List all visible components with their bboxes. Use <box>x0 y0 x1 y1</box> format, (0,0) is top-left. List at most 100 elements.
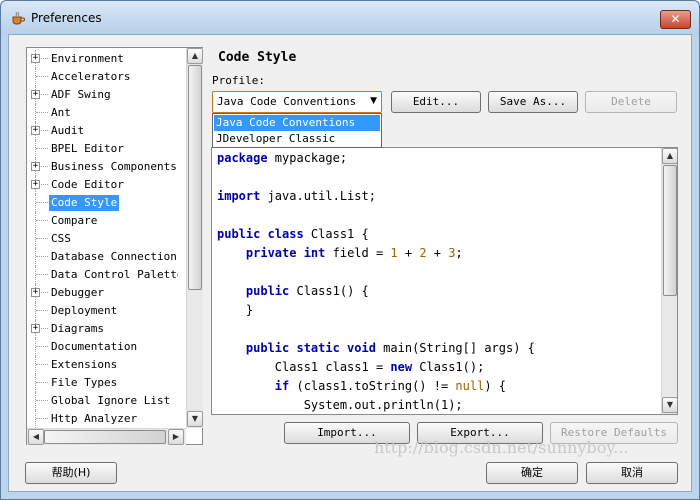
tree-connector-line <box>36 112 48 113</box>
expand-plus-icon[interactable]: + <box>31 54 40 63</box>
tree-item[interactable]: Extensions <box>27 356 178 374</box>
code-token: System.out.println(1); <box>217 398 463 412</box>
expand-plus-icon[interactable]: + <box>31 126 40 135</box>
window-title: Preferences <box>31 11 102 25</box>
tree-item-label: BPEL Editor <box>51 142 124 155</box>
close-window-button[interactable]: ✕ <box>660 10 691 29</box>
tree-connector-line <box>36 418 48 419</box>
tree-item[interactable]: Accelerators <box>27 68 178 86</box>
tree-connector-line <box>35 194 36 212</box>
tree-list: + Environment Accelerators + ADF Swing Ant + Au… <box>27 48 178 428</box>
profile-option-java-code-conventions[interactable]: Java Code Conventions <box>214 115 380 131</box>
scroll-right-arrow-icon[interactable]: ▶ <box>168 429 184 445</box>
tree-item[interactable]: Data Control Palette <box>27 266 178 284</box>
code-preview: package mypackage; import java.util.List;… <box>211 147 678 415</box>
code-token: public static void <box>245 341 376 355</box>
scroll-left-arrow-icon[interactable]: ◀ <box>28 429 44 445</box>
tree-item-label: Code Editor <box>51 178 124 191</box>
scroll-thumb[interactable] <box>663 165 677 296</box>
tree-connector-line <box>35 356 36 374</box>
tree-connector-line <box>36 400 48 401</box>
tree-item-label: Compare <box>51 214 98 227</box>
scroll-up-arrow-icon[interactable]: ▲ <box>662 148 677 164</box>
tree-item[interactable]: Deployment <box>27 302 178 320</box>
tree-item[interactable]: Compare <box>27 212 178 230</box>
tree-connector-line <box>36 238 48 239</box>
tree-item[interactable]: Documentation <box>27 338 178 356</box>
expand-plus-icon[interactable]: + <box>31 162 40 171</box>
code-vertical-scrollbar[interactable]: ▲ ▼ <box>661 148 677 414</box>
expand-plus-icon[interactable]: + <box>31 90 40 99</box>
code-token: Class1(); <box>412 360 485 374</box>
profile-label: Profile: <box>212 74 265 87</box>
tree-item-label: Database Connections <box>51 250 178 263</box>
save-as-button[interactable]: Save As... <box>488 91 578 113</box>
tree-connector-line <box>36 202 48 203</box>
expand-plus-icon[interactable]: + <box>31 180 40 189</box>
tree-item[interactable]: Http Analyzer <box>27 410 178 428</box>
tree-item[interactable]: Ant <box>27 104 178 122</box>
ok-button[interactable]: 确定 <box>486 462 578 484</box>
tree-vertical-scrollbar[interactable]: ▲ ▼ <box>186 48 203 428</box>
code-token: } <box>217 303 254 317</box>
code-token: Class1 { <box>303 227 369 241</box>
tree-item-label: Diagrams <box>51 322 104 335</box>
tree-connector-line <box>36 256 48 257</box>
tree-item[interactable]: + Diagrams <box>27 320 178 338</box>
tree-item-label: Global Ignore List <box>51 394 171 407</box>
profile-select[interactable]: Java Code Conventions ▼ <box>212 91 382 113</box>
tree-item-label: Environment <box>51 52 124 65</box>
tree-item-label: Audit <box>51 124 85 137</box>
scroll-down-arrow-icon[interactable]: ▼ <box>187 411 203 427</box>
expand-plus-icon[interactable]: + <box>31 324 40 333</box>
tree-item[interactable]: Code Style <box>27 194 178 212</box>
tree-item[interactable]: CSS <box>27 230 178 248</box>
help-button[interactable]: 帮助(H) <box>25 462 117 484</box>
preferences-tree: + Environment Accelerators + ADF Swing Ant + Au… <box>26 47 203 445</box>
code-token: public class <box>217 227 304 241</box>
tree-item[interactable]: BPEL Editor <box>27 140 178 158</box>
code-token: 1 <box>390 246 398 260</box>
tree-item[interactable]: + Environment <box>27 50 178 68</box>
code-token: + <box>397 246 420 260</box>
watermark-text: http://blog.csdn.net/sunnyboy... <box>374 438 629 457</box>
profile-dropdown-list: Java Code Conventions JDeveloper Classic <box>212 113 382 148</box>
page-title: Code Style <box>218 50 297 65</box>
tree-connector-line <box>36 220 48 221</box>
code-token: import <box>217 189 261 203</box>
tree-connector-line <box>35 68 36 86</box>
profile-select-value: Java Code Conventions <box>217 95 357 108</box>
profile-option-jdeveloper-classic[interactable]: JDeveloper Classic <box>214 131 380 147</box>
tree-connector-line <box>35 212 36 230</box>
tree-item[interactable]: + ADF Swing <box>27 86 178 104</box>
tree-item-label: Accelerators <box>51 70 131 83</box>
code-line: public static void main(String[] args) { <box>217 339 535 358</box>
code-token: field = <box>325 246 391 260</box>
edit-button[interactable]: Edit... <box>391 91 481 113</box>
tree-connector-line <box>36 346 48 347</box>
tree-item[interactable]: Global Ignore List <box>27 392 178 410</box>
horizontal-scroll-thumb[interactable] <box>44 430 166 444</box>
scroll-thumb[interactable] <box>188 65 202 290</box>
tree-item[interactable]: File Types <box>27 374 178 392</box>
tree-item[interactable]: + Business Components <box>27 158 178 176</box>
scroll-down-arrow-icon[interactable]: ▼ <box>662 397 677 413</box>
tree-item[interactable]: + Debugger <box>27 284 178 302</box>
expand-plus-icon[interactable]: + <box>31 288 40 297</box>
chevron-down-icon[interactable]: ▼ <box>370 96 377 106</box>
delete-button[interactable]: Delete <box>585 91 677 113</box>
code-token: (class1.toString() != <box>289 379 456 393</box>
code-token: null <box>455 379 485 393</box>
scroll-up-arrow-icon[interactable]: ▲ <box>187 48 203 64</box>
tree-item[interactable]: + Code Editor <box>27 176 178 194</box>
cancel-button[interactable]: 取消 <box>586 462 678 484</box>
tree-connector-line <box>36 310 48 311</box>
tree-item[interactable]: Database Connections <box>27 248 178 266</box>
tree-item[interactable]: + Audit <box>27 122 178 140</box>
code-token: new <box>390 360 413 374</box>
tree-item-label: Business Components <box>51 160 177 173</box>
tree-item-label: Ant <box>51 106 71 119</box>
tree-horizontal-scrollbar[interactable]: ◀ ▶ <box>27 428 186 445</box>
tree-item-label: ADF Swing <box>51 88 111 101</box>
